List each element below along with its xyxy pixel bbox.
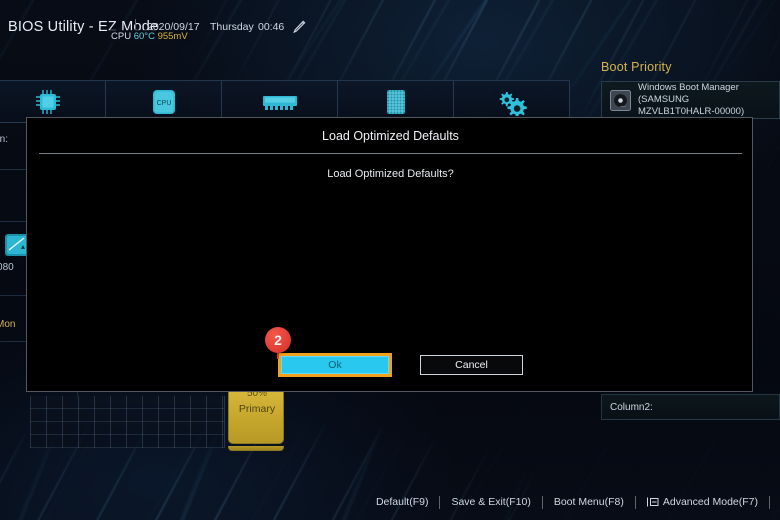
footer-advanced-mode-label: Advanced Mode(F7) <box>662 496 758 508</box>
fan-gauge-base <box>228 446 284 451</box>
cpu-voltage: 955mV <box>157 31 188 42</box>
footer-default-f9[interactable]: Default(F9) <box>365 496 440 508</box>
footer-shortcut-bar: Default(F9) Save & Exit(F10) Boot Menu(F… <box>0 484 780 520</box>
chip-icon <box>36 89 61 114</box>
gears-icon <box>499 91 527 116</box>
boot-device-item[interactable]: Windows Boot Manager (SAMSUNG MZVLB1T0HA… <box>601 81 780 119</box>
step-badge-2: 2 <box>265 327 291 353</box>
graph-gridlines <box>30 396 224 448</box>
column2-panel: Column2: <box>601 394 780 420</box>
boot-device-name: Windows Boot Manager (SAMSUNG MZVLB1T0HA… <box>638 82 779 118</box>
header-time: 00:46 <box>258 21 285 33</box>
disk-drive-icon <box>610 89 631 111</box>
fan-primary-gauge[interactable]: 50% Primary <box>228 388 284 444</box>
header-bar: BIOS Utility - EZ Mode 2020/09/17 Thursd… <box>0 0 780 56</box>
advanced-mode-icon <box>646 497 659 507</box>
ok-button-highlight: Ok <box>278 353 392 377</box>
cpu-temperature: 60°C <box>133 31 155 42</box>
bios-ez-mode-screen: BIOS Utility - EZ Mode 2020/09/17 Thursd… <box>0 0 780 520</box>
boot-device-line1: Windows Boot Manager (SAMSUNG <box>638 82 739 105</box>
footer-separator <box>769 495 770 509</box>
footer-advanced-mode-f7[interactable]: Advanced Mode(F7) <box>636 496 769 508</box>
footer-default-label: Default(F9) <box>375 496 429 508</box>
cpu-icon-text: CPU <box>156 100 171 107</box>
memory-grid-icon <box>386 89 405 114</box>
fan-primary-label: Primary <box>238 403 276 415</box>
cancel-button[interactable]: Cancel <box>420 355 523 375</box>
memory-module-icon <box>262 95 297 110</box>
footer-save-exit-f10[interactable]: Save & Exit(F10) <box>440 496 541 508</box>
footer-boot-menu-f8[interactable]: Boot Menu(F8) <box>543 496 635 508</box>
cpu-icon: CPU <box>152 89 175 114</box>
dialog-message: Load Optimized Defaults? <box>327 168 454 180</box>
header-weekday: Thursday <box>210 21 254 33</box>
footer-save-exit-label: Save & Exit(F10) <box>451 496 531 508</box>
pencil-icon[interactable] <box>291 19 307 36</box>
cpu-readout: CPU 60°C 955mV <box>108 30 191 43</box>
hardware-monitor-graph <box>30 396 225 448</box>
boot-priority-title: Boot Priority <box>601 60 672 74</box>
load-optimized-defaults-dialog: Load Optimized Defaults Load Optimized D… <box>26 117 753 392</box>
ok-button[interactable]: Ok <box>281 356 389 374</box>
dialog-button-row: Ok Cancel <box>278 353 523 377</box>
dialog-title: Load Optimized Defaults <box>322 129 459 143</box>
cpu-readout-key: CPU <box>111 31 132 42</box>
footer-boot-menu-label: Boot Menu(F8) <box>553 496 624 508</box>
column2-label: Column2: <box>610 401 653 413</box>
dialog-separator <box>39 153 742 154</box>
